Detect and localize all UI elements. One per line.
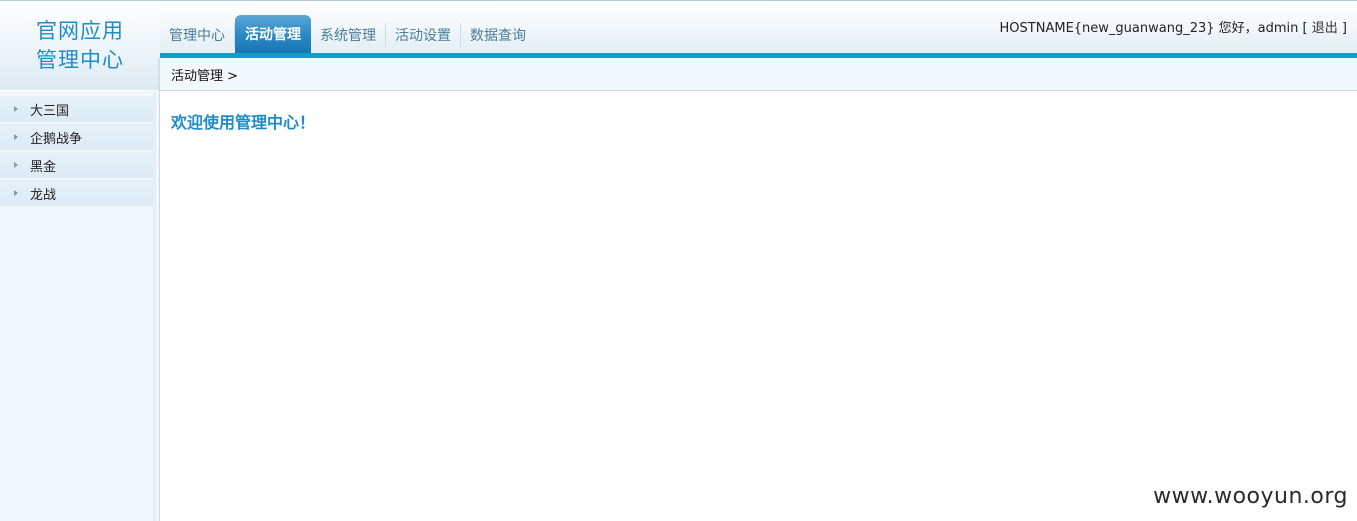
- sidebar-item-longzhan[interactable]: 龙战: [0, 180, 153, 206]
- chevron-right-icon: [14, 106, 18, 112]
- tab-data-query[interactable]: 数据查询: [461, 23, 535, 47]
- logout-bracket-open: [: [1302, 21, 1308, 36]
- logout-link[interactable]: 退出: [1312, 21, 1338, 36]
- sidebar-item-label: 黑金: [30, 159, 57, 175]
- breadcrumb: 活动管理 >: [158, 58, 1357, 91]
- sidebar-item-label: 大三国: [30, 103, 70, 119]
- tab-management-center[interactable]: 管理中心: [160, 23, 235, 47]
- logo-line-2: 管理中心: [36, 47, 124, 72]
- sidebar-item-label: 龙战: [30, 187, 57, 203]
- sidebar-item-heijin[interactable]: 黑金: [0, 152, 153, 178]
- app-logo: 官网应用 管理中心: [0, 1, 160, 90]
- header-bar: 管理中心 活动管理 系统管理 活动设置 数据查询 HOSTNAME{new_gu…: [160, 1, 1357, 53]
- sidebar-item-penguin-war[interactable]: 企鹅战争: [0, 124, 153, 150]
- chevron-right-icon: [14, 190, 18, 196]
- main-nav-tabs: 管理中心 活动管理 系统管理 活动设置 数据查询: [160, 15, 535, 53]
- tab-activity-management[interactable]: 活动管理: [235, 15, 311, 53]
- sidebar: 大三国 企鹅战争 黑金 龙战: [0, 91, 160, 521]
- watermark-text: www.wooyun.org: [1153, 484, 1348, 509]
- sidebar-item-label: 企鹅战争: [30, 131, 83, 147]
- logo-line-1: 官网应用: [36, 18, 124, 43]
- sidebar-menu: 大三国 企鹅战争 黑金 龙战: [0, 91, 159, 206]
- chevron-right-icon: [14, 162, 18, 168]
- greeting-text: 您好，admin: [1218, 21, 1299, 36]
- logout-bracket-close: ]: [1341, 21, 1347, 36]
- user-info-bar: HOSTNAME{new_guanwang_23} 您好，admin [ 退出 …: [1000, 17, 1347, 36]
- breadcrumb-text: 活动管理 >: [171, 68, 239, 84]
- welcome-message: 欢迎使用管理中心！: [171, 113, 316, 132]
- tab-system-management[interactable]: 系统管理: [311, 23, 386, 47]
- chevron-right-icon: [14, 134, 18, 140]
- hostname-text: HOSTNAME{new_guanwang_23}: [999, 21, 1215, 36]
- tab-activity-settings[interactable]: 活动设置: [386, 23, 461, 47]
- sidebar-item-dasanguo[interactable]: 大三国: [0, 96, 153, 122]
